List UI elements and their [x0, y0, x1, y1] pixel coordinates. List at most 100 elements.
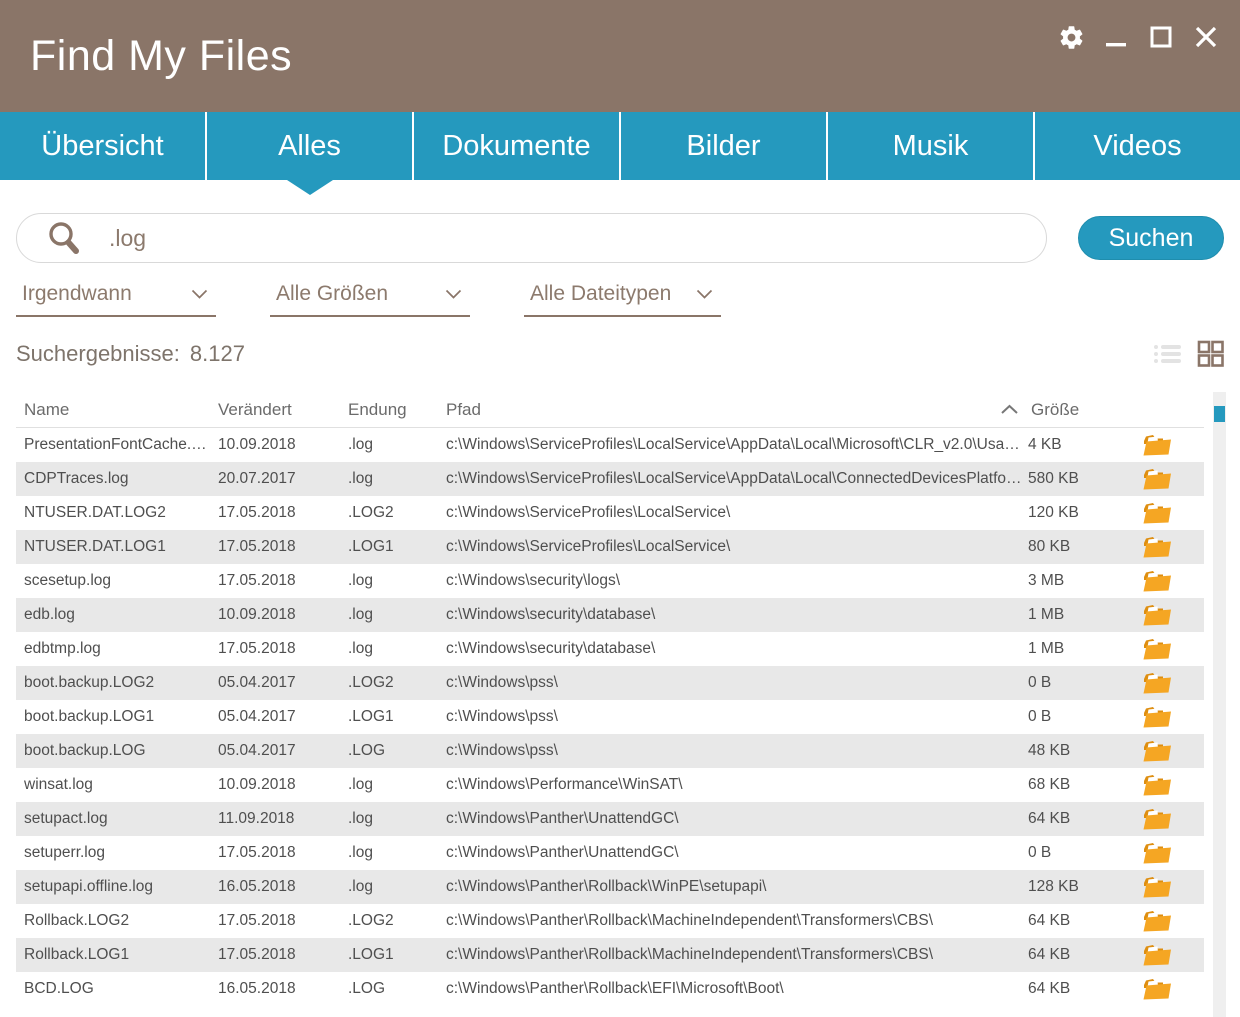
- open-folder-button[interactable]: [1142, 536, 1204, 559]
- tab-alles[interactable]: Alles: [207, 112, 414, 180]
- cell-modified: 20.07.2017: [218, 470, 348, 488]
- open-folder-button[interactable]: [1142, 434, 1204, 457]
- open-folder-button[interactable]: [1142, 910, 1204, 933]
- table-row[interactable]: setupact.log11.09.2018.logc:\Windows\Pan…: [16, 802, 1204, 836]
- results-summary: Suchergebnisse:8.127: [16, 341, 245, 367]
- cell-size: 80 KB: [1028, 538, 1128, 556]
- search-input[interactable]: [109, 225, 989, 252]
- filter-dropdown-filetype[interactable]: Alle Dateitypen: [524, 282, 721, 317]
- cell-path: c:\Windows\pss\: [446, 742, 1028, 760]
- cell-extension: .log: [348, 640, 446, 658]
- cell-size: 64 KB: [1028, 912, 1128, 930]
- table-row[interactable]: edbtmp.log17.05.2018.logc:\Windows\secur…: [16, 632, 1204, 666]
- table-row[interactable]: boot.backup.LOG05.04.2017.LOGc:\Windows\…: [16, 734, 1204, 768]
- cell-path: c:\Windows\ServiceProfiles\LocalService\: [446, 538, 1028, 556]
- folder-icon: [1142, 706, 1172, 729]
- open-folder-button[interactable]: [1142, 672, 1204, 695]
- open-folder-button[interactable]: [1142, 740, 1204, 763]
- folder-icon: [1142, 774, 1172, 797]
- table-row[interactable]: PresentationFontCache.exe.log10.09.2018.…: [16, 428, 1204, 462]
- cell-path: c:\Windows\Panther\UnattendGC\: [446, 810, 1028, 828]
- maximize-icon: [1150, 26, 1172, 48]
- table-row[interactable]: setupapi.offline.log16.05.2018.logc:\Win…: [16, 870, 1204, 904]
- column-header-size[interactable]: Größe: [1000, 400, 1128, 420]
- table-row[interactable]: Rollback.LOG217.05.2018.LOG2c:\Windows\P…: [16, 904, 1204, 938]
- table-row[interactable]: scesetup.log17.05.2018.logc:\Windows\sec…: [16, 564, 1204, 598]
- maximize-button[interactable]: [1147, 22, 1175, 52]
- table-row[interactable]: NTUSER.DAT.LOG117.05.2018.LOG1c:\Windows…: [16, 530, 1204, 564]
- table-row[interactable]: setuperr.log17.05.2018.logc:\Windows\Pan…: [16, 836, 1204, 870]
- folder-icon: [1142, 434, 1172, 457]
- cell-size: 128 KB: [1028, 878, 1128, 896]
- cell-path: c:\Windows\security\database\: [446, 640, 1028, 658]
- open-folder-button[interactable]: [1142, 604, 1204, 627]
- tab-dokumente[interactable]: Dokumente: [414, 112, 621, 180]
- open-folder-button[interactable]: [1142, 502, 1204, 525]
- column-header-extension[interactable]: Endung: [348, 400, 446, 420]
- cell-extension: .log: [348, 776, 446, 794]
- filter-label: Alle Größen: [276, 282, 388, 306]
- folder-icon: [1142, 944, 1172, 967]
- open-folder-button[interactable]: [1142, 468, 1204, 491]
- tab-musik[interactable]: Musik: [828, 112, 1035, 180]
- open-folder-button[interactable]: [1142, 638, 1204, 661]
- cell-modified: 10.09.2018: [218, 606, 348, 624]
- column-header-modified[interactable]: Verändert: [218, 400, 348, 420]
- cell-extension: .log: [348, 844, 446, 862]
- tab-bilder[interactable]: Bilder: [621, 112, 828, 180]
- sort-ascending-icon: [1000, 404, 1019, 415]
- column-header-name[interactable]: Name: [24, 400, 218, 420]
- list-view-icon[interactable]: [1153, 342, 1182, 366]
- open-folder-button[interactable]: [1142, 808, 1204, 831]
- cell-size: 0 B: [1028, 844, 1128, 862]
- table-row[interactable]: edb.log10.09.2018.logc:\Windows\security…: [16, 598, 1204, 632]
- cell-name: Rollback.LOG2: [24, 912, 218, 930]
- cell-modified: 05.04.2017: [218, 708, 348, 726]
- cell-modified: 17.05.2018: [218, 538, 348, 556]
- tab-label: Dokumente: [442, 130, 590, 163]
- cell-name: PresentationFontCache.exe.log: [24, 436, 218, 454]
- vertical-scrollbar[interactable]: [1213, 392, 1226, 1017]
- scrollbar-thumb[interactable]: [1214, 406, 1225, 422]
- filter-dropdown-size[interactable]: Alle Größen: [270, 282, 470, 317]
- results-table: Name Verändert Endung Pfad Größe Present…: [16, 392, 1204, 1006]
- close-button[interactable]: [1192, 22, 1220, 52]
- table-row[interactable]: boot.backup.LOG205.04.2017.LOG2c:\Window…: [16, 666, 1204, 700]
- open-folder-button[interactable]: [1142, 876, 1204, 899]
- table-row[interactable]: CDPTraces.log20.07.2017.logc:\Windows\Se…: [16, 462, 1204, 496]
- column-header-path[interactable]: Pfad: [446, 400, 1028, 420]
- table-row[interactable]: Rollback.LOG117.05.2018.LOG1c:\Windows\P…: [16, 938, 1204, 972]
- cell-path: c:\Windows\Panther\Rollback\WinPE\setupa…: [446, 878, 1028, 896]
- table-row[interactable]: boot.backup.LOG105.04.2017.LOG1c:\Window…: [16, 700, 1204, 734]
- tab-videos[interactable]: Videos: [1035, 112, 1240, 180]
- search-button[interactable]: Suchen: [1078, 216, 1224, 260]
- settings-button[interactable]: [1057, 22, 1085, 52]
- open-folder-button[interactable]: [1142, 570, 1204, 593]
- table-row[interactable]: winsat.log10.09.2018.logc:\Windows\Perfo…: [16, 768, 1204, 802]
- folder-icon: [1142, 842, 1172, 865]
- cell-name: scesetup.log: [24, 572, 218, 590]
- open-folder-button[interactable]: [1142, 978, 1204, 1001]
- cell-extension: .log: [348, 810, 446, 828]
- cell-size: 580 KB: [1028, 470, 1128, 488]
- table-row[interactable]: BCD.LOG16.05.2018.LOGc:\Windows\Panther\…: [16, 972, 1204, 1006]
- cell-extension: .LOG1: [348, 538, 446, 556]
- cell-size: 3 MB: [1028, 572, 1128, 590]
- grid-view-icon[interactable]: [1197, 340, 1224, 367]
- table-row[interactable]: NTUSER.DAT.LOG217.05.2018.LOG2c:\Windows…: [16, 496, 1204, 530]
- open-folder-button[interactable]: [1142, 842, 1204, 865]
- folder-icon: [1142, 808, 1172, 831]
- chevron-down-icon: [191, 289, 208, 300]
- open-folder-button[interactable]: [1142, 774, 1204, 797]
- cell-name: winsat.log: [24, 776, 218, 794]
- open-folder-button[interactable]: [1142, 944, 1204, 967]
- cell-modified: 10.09.2018: [218, 776, 348, 794]
- results-label: Suchergebnisse:: [16, 341, 180, 366]
- cell-extension: .LOG2: [348, 504, 446, 522]
- filter-dropdown-date[interactable]: Irgendwann: [16, 282, 216, 317]
- minimize-button[interactable]: [1102, 22, 1130, 52]
- cell-size: 48 KB: [1028, 742, 1128, 760]
- tab-uebersicht[interactable]: Übersicht: [0, 112, 207, 180]
- cell-size: 4 KB: [1028, 436, 1128, 454]
- open-folder-button[interactable]: [1142, 706, 1204, 729]
